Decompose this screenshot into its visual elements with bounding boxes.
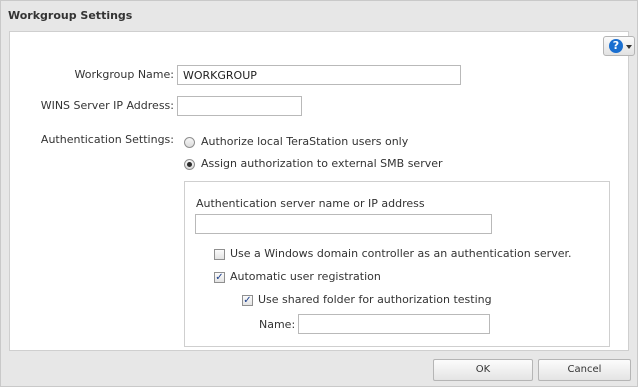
dialog-title: Workgroup Settings (8, 9, 133, 22)
dialog-titlebar: Workgroup Settings (1, 1, 637, 31)
shared-folder-name-input[interactable] (298, 314, 490, 334)
auth-server-input[interactable] (195, 214, 492, 234)
auth-server-label: Authentication server name or IP address (196, 197, 425, 210)
help-menu-button[interactable]: ? (603, 36, 635, 56)
workgroup-name-label: Workgroup Name: (74, 68, 174, 81)
shared-folder-label: Use shared folder for authorization test… (258, 293, 492, 306)
chevron-down-icon (626, 45, 632, 49)
ok-button[interactable]: OK (433, 359, 533, 381)
domain-controller-label: Use a Windows domain controller as an au… (230, 247, 572, 260)
auth-local-label: Authorize local TeraStation users only (201, 135, 409, 148)
domain-controller-checkbox[interactable] (214, 249, 225, 260)
auth-external-radio[interactable] (184, 159, 195, 170)
shared-folder-name-label: Name: (259, 318, 296, 331)
workgroup-name-input[interactable] (177, 65, 461, 85)
auto-registration-label: Automatic user registration (230, 270, 381, 283)
auto-registration-checkbox[interactable]: ✓ (214, 272, 225, 283)
shared-folder-checkbox[interactable]: ✓ (242, 295, 253, 306)
help-icon: ? (609, 39, 623, 53)
auth-external-label: Assign authorization to external SMB ser… (201, 157, 443, 170)
wins-server-input[interactable] (177, 96, 302, 116)
wins-server-label: WINS Server IP Address: (40, 99, 174, 112)
authentication-settings-label: Authentication Settings: (40, 133, 174, 146)
auth-local-radio[interactable] (184, 137, 195, 148)
cancel-button[interactable]: Cancel (538, 359, 631, 381)
